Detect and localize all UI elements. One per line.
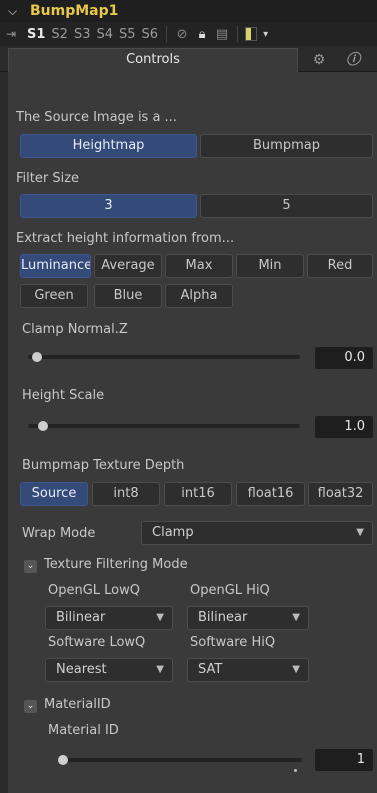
- pin-icon[interactable]: ⇥: [6, 27, 22, 41]
- average-button[interactable]: Average: [94, 254, 162, 278]
- opengl-lowq-value: Bilinear: [56, 610, 106, 625]
- slot-s2[interactable]: S2: [50, 27, 69, 42]
- divider: [166, 26, 168, 42]
- bumpmap-button[interactable]: Bumpmap: [200, 134, 373, 158]
- chevron-down-icon: ▼: [292, 664, 300, 675]
- depth-float32-button[interactable]: float32: [308, 482, 373, 506]
- software-hiq-label: Software HiQ: [190, 635, 276, 650]
- wrap-mode-value: Clamp: [152, 525, 194, 540]
- max-button[interactable]: Max: [165, 254, 233, 278]
- software-lowq-dropdown[interactable]: Nearest ▼: [45, 658, 173, 682]
- depth-int8-button[interactable]: int8: [92, 482, 160, 506]
- filter-size-5-button[interactable]: 5: [200, 194, 373, 218]
- chevron-down-icon[interactable]: ⌵: [8, 4, 24, 19]
- height-scale-value[interactable]: 1.0: [315, 416, 373, 438]
- node-title: BumpMap1: [30, 3, 119, 19]
- clamp-normal-label: Clamp Normal.Z: [22, 322, 128, 337]
- clamp-normal-value[interactable]: 0.0: [315, 347, 373, 369]
- slider-default-marker: [294, 769, 297, 772]
- version-slot-bar: ⇥ S1 S2 S3 S4 S5 S6 ⊘ 🔒︎ ▤ ▾: [0, 22, 377, 46]
- material-id-section-label: MaterialID: [44, 697, 111, 712]
- chevron-down-icon: ▼: [356, 527, 364, 538]
- height-scale-label: Height Scale: [22, 388, 105, 403]
- depth-int16-button[interactable]: int16: [164, 482, 232, 506]
- extract-height-label: Extract height information from...: [16, 231, 235, 246]
- cache-icon[interactable]: ▤: [214, 27, 230, 42]
- chevron-down-icon[interactable]: ▾: [263, 29, 268, 40]
- material-id-slider-thumb[interactable]: [58, 755, 68, 765]
- color-swatch[interactable]: [245, 27, 258, 41]
- depth-source-button[interactable]: Source: [20, 482, 88, 506]
- software-hiq-value: SAT: [198, 662, 223, 677]
- material-id-label: Material ID: [48, 723, 119, 738]
- opengl-lowq-dropdown[interactable]: Bilinear ▼: [45, 606, 173, 630]
- height-scale-slider-thumb[interactable]: [38, 421, 48, 431]
- material-id-value[interactable]: 1: [315, 749, 373, 771]
- software-lowq-label: Software LowQ: [48, 635, 146, 650]
- material-id-expand-icon[interactable]: ⌄: [24, 700, 37, 713]
- opengl-lowq-label: OpenGL LowQ: [48, 583, 141, 598]
- texture-filtering-label: Texture Filtering Mode: [44, 557, 188, 572]
- texture-filtering-expand-icon[interactable]: ⌄: [24, 560, 37, 573]
- slot-s4[interactable]: S4: [95, 27, 114, 42]
- wrap-mode-label: Wrap Mode: [22, 526, 96, 541]
- lock-icon[interactable]: 🔒︎: [194, 27, 210, 42]
- slot-s3[interactable]: S3: [73, 27, 92, 42]
- slot-s1[interactable]: S1: [26, 27, 46, 42]
- height-scale-slider[interactable]: [28, 424, 300, 428]
- opengl-hiq-dropdown[interactable]: Bilinear ▼: [187, 606, 309, 630]
- blue-button[interactable]: Blue: [94, 284, 162, 308]
- slot-s5[interactable]: S5: [118, 27, 137, 42]
- clamp-normal-slider-thumb[interactable]: [32, 352, 42, 362]
- tab-bar: Controls ⚙ ⓘ: [0, 46, 377, 72]
- chevron-down-icon: ▼: [156, 612, 164, 623]
- green-button[interactable]: Green: [20, 284, 88, 308]
- opengl-hiq-label: OpenGL HiQ: [190, 583, 270, 598]
- info-icon[interactable]: ⓘ: [338, 48, 368, 72]
- clamp-normal-slider[interactable]: [28, 355, 300, 359]
- chevron-down-icon: ▼: [292, 612, 300, 623]
- filter-size-label: Filter Size: [16, 171, 80, 186]
- material-id-slider[interactable]: [58, 758, 302, 762]
- gear-icon[interactable]: ⚙: [304, 48, 334, 72]
- node-titlebar[interactable]: ⌵ BumpMap1: [0, 0, 377, 22]
- opengl-hiq-value: Bilinear: [198, 610, 248, 625]
- alpha-button[interactable]: Alpha: [165, 284, 233, 308]
- software-hiq-dropdown[interactable]: SAT ▼: [187, 658, 309, 682]
- min-button[interactable]: Min: [236, 254, 304, 278]
- luminance-button[interactable]: Luminance: [20, 254, 91, 278]
- filter-size-3-button[interactable]: 3: [20, 194, 197, 218]
- source-image-label: The Source Image is a ...: [16, 110, 177, 125]
- red-button[interactable]: Red: [307, 254, 373, 278]
- slot-s6[interactable]: S6: [141, 27, 160, 42]
- heightmap-button[interactable]: Heightmap: [20, 134, 197, 158]
- chevron-down-icon: ▼: [156, 664, 164, 675]
- disable-icon[interactable]: ⊘: [174, 27, 190, 42]
- texture-depth-label: Bumpmap Texture Depth: [22, 458, 185, 473]
- divider: [237, 26, 239, 42]
- controls-panel: The Source Image is a ... Heightmap Bump…: [8, 72, 377, 793]
- tab-controls[interactable]: Controls: [8, 48, 298, 72]
- depth-float16-button[interactable]: float16: [236, 482, 305, 506]
- wrap-mode-dropdown[interactable]: Clamp ▼: [141, 521, 373, 545]
- software-lowq-value: Nearest: [56, 662, 107, 677]
